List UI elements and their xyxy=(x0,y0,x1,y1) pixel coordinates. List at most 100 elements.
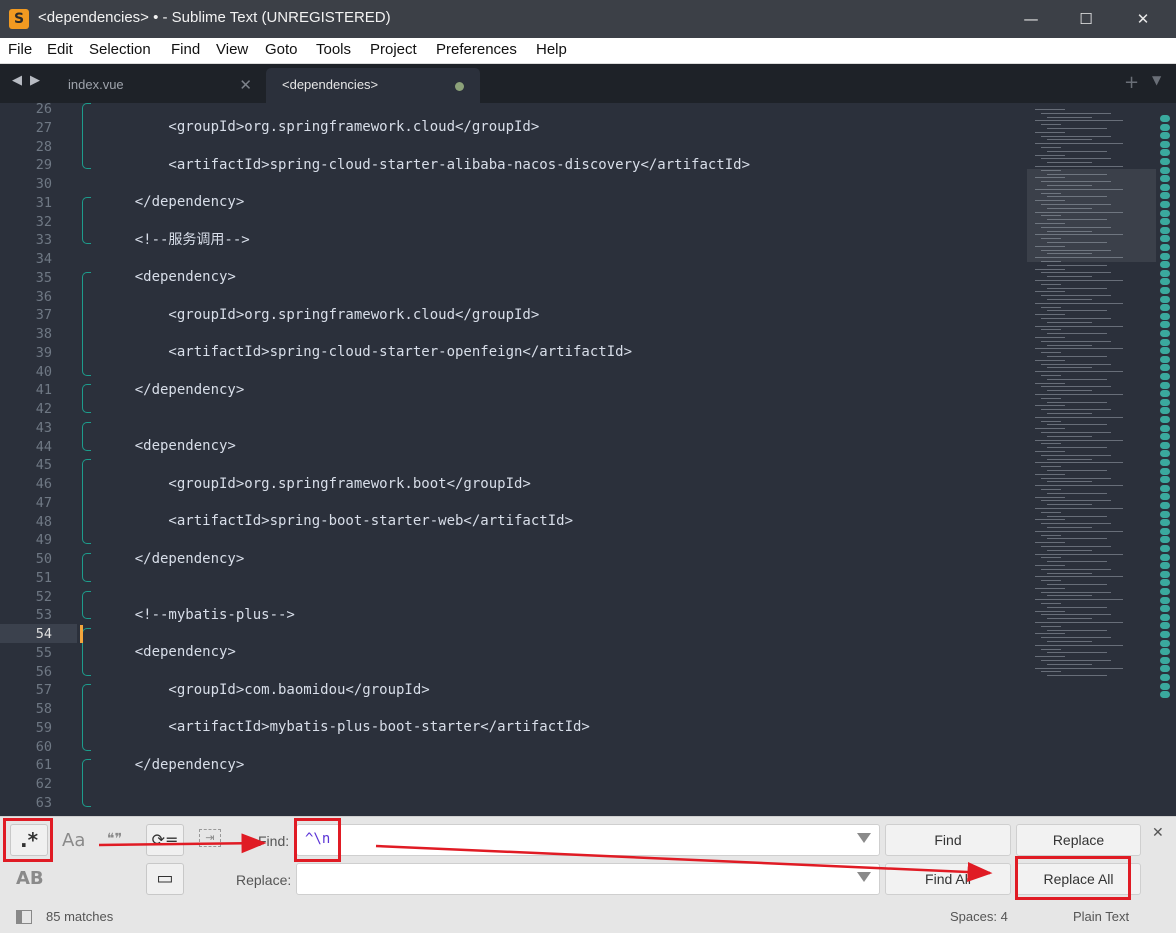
in-selection-toggle-button[interactable]: ⇥ xyxy=(199,829,221,847)
vertical-scrollbar[interactable] xyxy=(1160,107,1170,807)
menu-tools[interactable]: Tools xyxy=(316,41,351,58)
menu-preferences[interactable]: Preferences xyxy=(436,41,517,58)
match-tick xyxy=(1160,252,1170,260)
minimap-line xyxy=(1035,120,1123,122)
menu-selection[interactable]: Selection xyxy=(89,41,151,58)
maximize-button[interactable]: ☐ xyxy=(1059,0,1113,38)
minimap-line xyxy=(1035,428,1065,430)
line-number: 56 xyxy=(35,663,52,680)
minimap-line xyxy=(1035,656,1065,658)
line-number: 35 xyxy=(35,269,52,286)
find-history-dropdown-icon[interactable] xyxy=(857,833,871,843)
minimap-line xyxy=(1035,337,1065,338)
match-tick xyxy=(1160,226,1170,234)
match-tick xyxy=(1160,132,1170,140)
minimap-line xyxy=(1035,257,1123,259)
line-number: 44 xyxy=(35,438,52,455)
close-panel-icon[interactable]: ✕ xyxy=(1152,825,1164,841)
minimap-line xyxy=(1035,587,1065,589)
minimap-line xyxy=(1041,420,1061,422)
menu-find[interactable]: Find xyxy=(171,41,200,58)
code-line[interactable]: <dependency> xyxy=(101,268,236,287)
minimap-line xyxy=(1041,329,1061,331)
find-button[interactable]: Find xyxy=(885,824,1011,856)
line-number: 60 xyxy=(35,738,52,755)
minimap-line xyxy=(1047,242,1107,243)
minimap-line xyxy=(1035,622,1123,623)
code-line[interactable]: <!--mybatis-plus--> xyxy=(101,606,295,625)
close-window-button[interactable]: ✕ xyxy=(1116,0,1170,38)
minimap-line xyxy=(1041,147,1061,148)
menu-view[interactable]: View xyxy=(216,41,248,58)
match-tick xyxy=(1160,304,1170,312)
match-tick xyxy=(1160,484,1170,492)
code-line[interactable]: <!--服务调用--> xyxy=(101,231,250,250)
match-tick xyxy=(1160,459,1170,466)
minimap[interactable] xyxy=(1027,103,1157,816)
minimap-line xyxy=(1041,603,1061,604)
match-tick xyxy=(1160,321,1170,329)
menu-goto[interactable]: Goto xyxy=(265,41,298,58)
case-sensitive-toggle-button[interactable]: Aa xyxy=(62,830,85,851)
menu-edit[interactable]: Edit xyxy=(47,41,73,58)
replace-history-dropdown-icon[interactable] xyxy=(857,872,871,882)
minimap-line xyxy=(1047,378,1107,380)
preserve-case-toggle-button[interactable]: AB xyxy=(16,868,44,889)
line-number: 26 xyxy=(35,103,52,117)
minimap-line xyxy=(1035,530,1123,532)
code-line[interactable]: <dependency> xyxy=(101,437,236,456)
code-line[interactable]: <artifactId>spring-boot-starter-web</art… xyxy=(101,512,573,531)
match-tick xyxy=(1160,682,1170,690)
code-line[interactable]: </dependency> xyxy=(101,756,245,775)
code-line[interactable]: </dependency> xyxy=(101,550,245,569)
minimap-line xyxy=(1035,325,1123,327)
tab-close-icon[interactable]: ✕ xyxy=(239,76,252,94)
match-tick xyxy=(1160,519,1170,527)
find-all-button[interactable]: Find All xyxy=(885,863,1011,895)
replace-button[interactable]: Replace xyxy=(1016,824,1141,856)
code-line[interactable]: </dependency> xyxy=(101,381,245,400)
match-tick xyxy=(1160,278,1170,286)
menu-file[interactable]: File xyxy=(8,41,32,58)
minimap-line xyxy=(1047,219,1107,221)
minimize-button[interactable]: — xyxy=(1004,0,1058,38)
minimap-line xyxy=(1035,394,1123,395)
line-number: 53 xyxy=(35,607,52,624)
code-line[interactable]: <groupId>com.baomidou</groupId> xyxy=(101,681,429,700)
code-line[interactable]: <groupId>org.springframework.cloud</grou… xyxy=(101,118,539,137)
tab-nav-right-icon[interactable]: ▶ xyxy=(30,73,40,88)
wrap-toggle-button[interactable]: ⟳= xyxy=(146,824,184,856)
code-line[interactable]: <artifactId>mybatis-plus-boot-starter</a… xyxy=(101,718,589,737)
code-line[interactable]: <groupId>org.springframework.boot</group… xyxy=(101,475,530,494)
match-tick xyxy=(1160,166,1170,174)
minimap-line xyxy=(1041,591,1111,593)
code-line[interactable]: <artifactId>spring-cloud-starter-openfei… xyxy=(101,343,632,362)
menu-project[interactable]: Project xyxy=(370,41,417,58)
find-input[interactable]: ^\n xyxy=(296,824,880,856)
unsaved-dot-icon[interactable] xyxy=(455,82,464,91)
whole-word-toggle-button[interactable]: ❝❞ xyxy=(107,831,122,847)
minimap-line xyxy=(1035,416,1123,418)
minimap-line xyxy=(1047,527,1092,528)
new-tab-icon[interactable]: + xyxy=(1124,72,1139,93)
match-tick xyxy=(1160,648,1170,656)
tab-dependencies[interactable]: <dependencies> xyxy=(266,68,480,103)
code-line[interactable]: <artifactId>spring-cloud-starter-alibaba… xyxy=(101,156,750,175)
fold-guide xyxy=(82,459,91,545)
editor-area[interactable]: 26 27 28 29 30 31 32 33 34 35 36 37 38 39 40 41 42 43 44 45… xyxy=(0,103,1176,816)
menu-help[interactable]: Help xyxy=(536,41,567,58)
syntax-status[interactable]: Plain Text xyxy=(1073,909,1129,924)
minimap-line xyxy=(1041,397,1061,399)
minimap-line xyxy=(1047,344,1092,346)
tab-nav-left-icon[interactable]: ◀ xyxy=(12,73,22,88)
panel-switcher-icon[interactable] xyxy=(16,910,32,924)
code-line[interactable]: <groupId>org.springframework.cloud</grou… xyxy=(101,306,539,325)
replace-input[interactable] xyxy=(296,863,880,895)
indentation-status[interactable]: Spaces: 4 xyxy=(950,909,1008,924)
line-number: 41 xyxy=(35,382,52,399)
code-line[interactable]: </dependency> xyxy=(101,193,245,212)
highlight-matches-toggle-button[interactable]: ▭ xyxy=(146,863,184,895)
code-line[interactable]: <dependency> xyxy=(101,643,236,662)
tab-list-dropdown-icon[interactable]: ▼ xyxy=(1152,73,1161,87)
tab-index-vue[interactable]: index.vue ✕ xyxy=(48,68,264,103)
